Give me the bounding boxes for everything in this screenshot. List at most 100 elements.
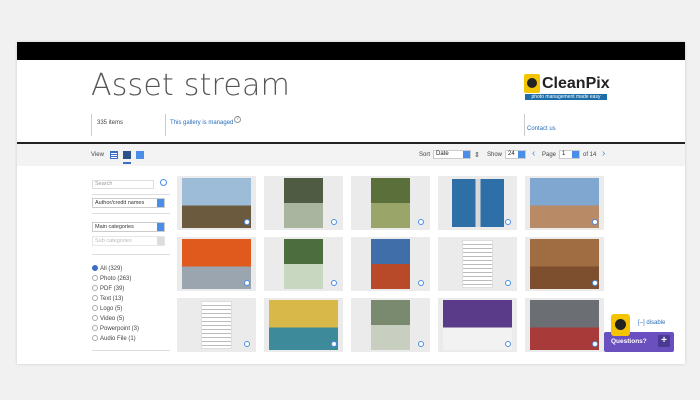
zoom-icon[interactable]	[244, 219, 250, 225]
divider	[91, 114, 92, 136]
asset-thumb-text-document[interactable]	[438, 237, 517, 291]
sub-categories-select[interactable]: Sub categories	[92, 236, 165, 246]
asset-thumb-palm-poster[interactable]	[438, 176, 517, 230]
divider	[92, 350, 170, 351]
asset-thumb-red-tree-photo[interactable]	[351, 237, 430, 291]
zoom-icon[interactable]	[418, 341, 424, 347]
page-total: of 14	[583, 152, 597, 158]
show-label: Show	[487, 152, 503, 158]
search-input[interactable]: Search	[92, 180, 154, 189]
page-title: Asset stream	[91, 68, 291, 103]
zoom-icon[interactable]	[592, 341, 598, 347]
page-label: Page	[542, 152, 557, 158]
chevron-down-icon	[157, 223, 164, 231]
asset-thumb-walkway-photo[interactable]	[264, 176, 343, 230]
filter-label: PDF (39)	[100, 286, 125, 292]
zoom-icon[interactable]	[331, 280, 337, 286]
thumb-image	[371, 178, 410, 228]
asset-thumb-leaves-photo[interactable]	[525, 237, 604, 291]
thumb-image	[530, 178, 599, 228]
thumb-image	[284, 239, 323, 289]
asset-thumb-form-document[interactable]	[177, 298, 256, 352]
filter-label: Logo (5)	[100, 306, 123, 312]
thumb-image	[182, 239, 251, 289]
filter-audio[interactable]: Audio File (1)	[92, 335, 136, 343]
disable-widget-link[interactable]: [–] disable	[638, 320, 665, 326]
filter-pdf[interactable]: PDF (39)	[92, 285, 124, 293]
radio-icon	[92, 325, 98, 331]
contact-link[interactable]: Contact us	[527, 126, 556, 132]
zoom-icon[interactable]	[505, 341, 511, 347]
logo-brand-text: CleanPix	[542, 75, 610, 92]
large-view-icon[interactable]	[136, 151, 144, 159]
chevron-down-icon	[157, 199, 164, 207]
divider	[165, 114, 166, 136]
zoom-icon[interactable]	[505, 280, 511, 286]
filter-label: Powerpoint (3)	[100, 326, 140, 332]
plus-icon: +	[658, 335, 670, 347]
cleanpix-logo[interactable]: CleanPix photo management made easy	[524, 74, 610, 100]
toolbar: View Sort Date ⇕ Show 24 ‹ Page 1 of 14 …	[17, 144, 685, 166]
show-select[interactable]: 24	[505, 150, 526, 159]
asset-thumb-kids-wall-photo[interactable]	[264, 298, 343, 352]
main-categories-select[interactable]: Main categories	[92, 222, 165, 232]
chevron-down-icon	[518, 151, 525, 158]
managed-link[interactable]: This gallery is managed	[170, 120, 233, 126]
thumb-image	[284, 178, 323, 228]
asset-thumb-purple-floor-photo[interactable]	[438, 298, 517, 352]
divider	[92, 194, 170, 195]
divider	[524, 114, 525, 136]
info-icon[interactable]: ?	[234, 116, 241, 123]
asset-thumb-tree-sky-photo[interactable]	[177, 176, 256, 230]
top-bar	[17, 42, 685, 60]
radio-icon	[92, 305, 98, 311]
search-icon[interactable]	[160, 179, 167, 186]
filter-photo[interactable]: Photo (263)	[92, 275, 131, 283]
filter-label: All (329)	[100, 266, 123, 272]
page-select[interactable]: 1	[559, 150, 580, 159]
thumb-image	[452, 179, 504, 227]
thumb-image	[462, 240, 493, 288]
zoom-icon[interactable]	[244, 341, 250, 347]
prev-page-icon[interactable]: ‹	[532, 149, 535, 159]
filter-logo[interactable]: Logo (5)	[92, 305, 122, 313]
asset-thumb-group-people-photo[interactable]	[525, 298, 604, 352]
page-value: 1	[562, 151, 566, 157]
next-page-icon[interactable]: ›	[602, 149, 605, 159]
zoom-icon[interactable]	[331, 341, 337, 347]
radio-icon	[92, 315, 98, 321]
asset-thumb-building-photo[interactable]	[525, 176, 604, 230]
show-value: 24	[508, 151, 515, 157]
filter-video[interactable]: Video (5)	[92, 315, 124, 323]
zoom-icon[interactable]	[244, 280, 250, 286]
logo-tagline: photo management made easy	[525, 94, 607, 100]
thumb-image	[182, 178, 251, 228]
asset-thumb-palm-photo[interactable]	[264, 237, 343, 291]
zoom-icon[interactable]	[331, 219, 337, 225]
zoom-icon[interactable]	[592, 219, 598, 225]
grid-view-icon[interactable]	[123, 151, 131, 159]
asset-thumb-path-trees-photo[interactable]	[351, 176, 430, 230]
list-view-icon[interactable]	[110, 151, 118, 159]
sort-select[interactable]: Date	[433, 150, 471, 159]
asset-thumb-orange-tree-building[interactable]	[177, 237, 256, 291]
filter-label: Text (13)	[100, 296, 124, 302]
thumb-image	[443, 300, 512, 350]
zoom-icon[interactable]	[418, 219, 424, 225]
sort-direction-icon[interactable]: ⇕	[474, 151, 480, 159]
filter-label: Audio File (1)	[100, 336, 136, 342]
filter-all[interactable]: All (329)	[92, 265, 122, 273]
view-label: View	[91, 152, 104, 158]
zoom-icon[interactable]	[505, 219, 511, 225]
zoom-icon[interactable]	[418, 280, 424, 286]
zoom-icon[interactable]	[592, 280, 598, 286]
thumb-image	[530, 239, 599, 289]
author-select[interactable]: Author/credit names	[92, 198, 165, 208]
filter-text[interactable]: Text (13)	[92, 295, 123, 303]
logo-badge-icon	[524, 74, 540, 93]
asset-thumb-sculpture-photo[interactable]	[351, 298, 430, 352]
divider	[92, 254, 170, 255]
questions-label: Questions?	[611, 338, 647, 345]
filter-powerpoint[interactable]: Powerpoint (3)	[92, 325, 139, 333]
radio-icon	[92, 335, 98, 341]
